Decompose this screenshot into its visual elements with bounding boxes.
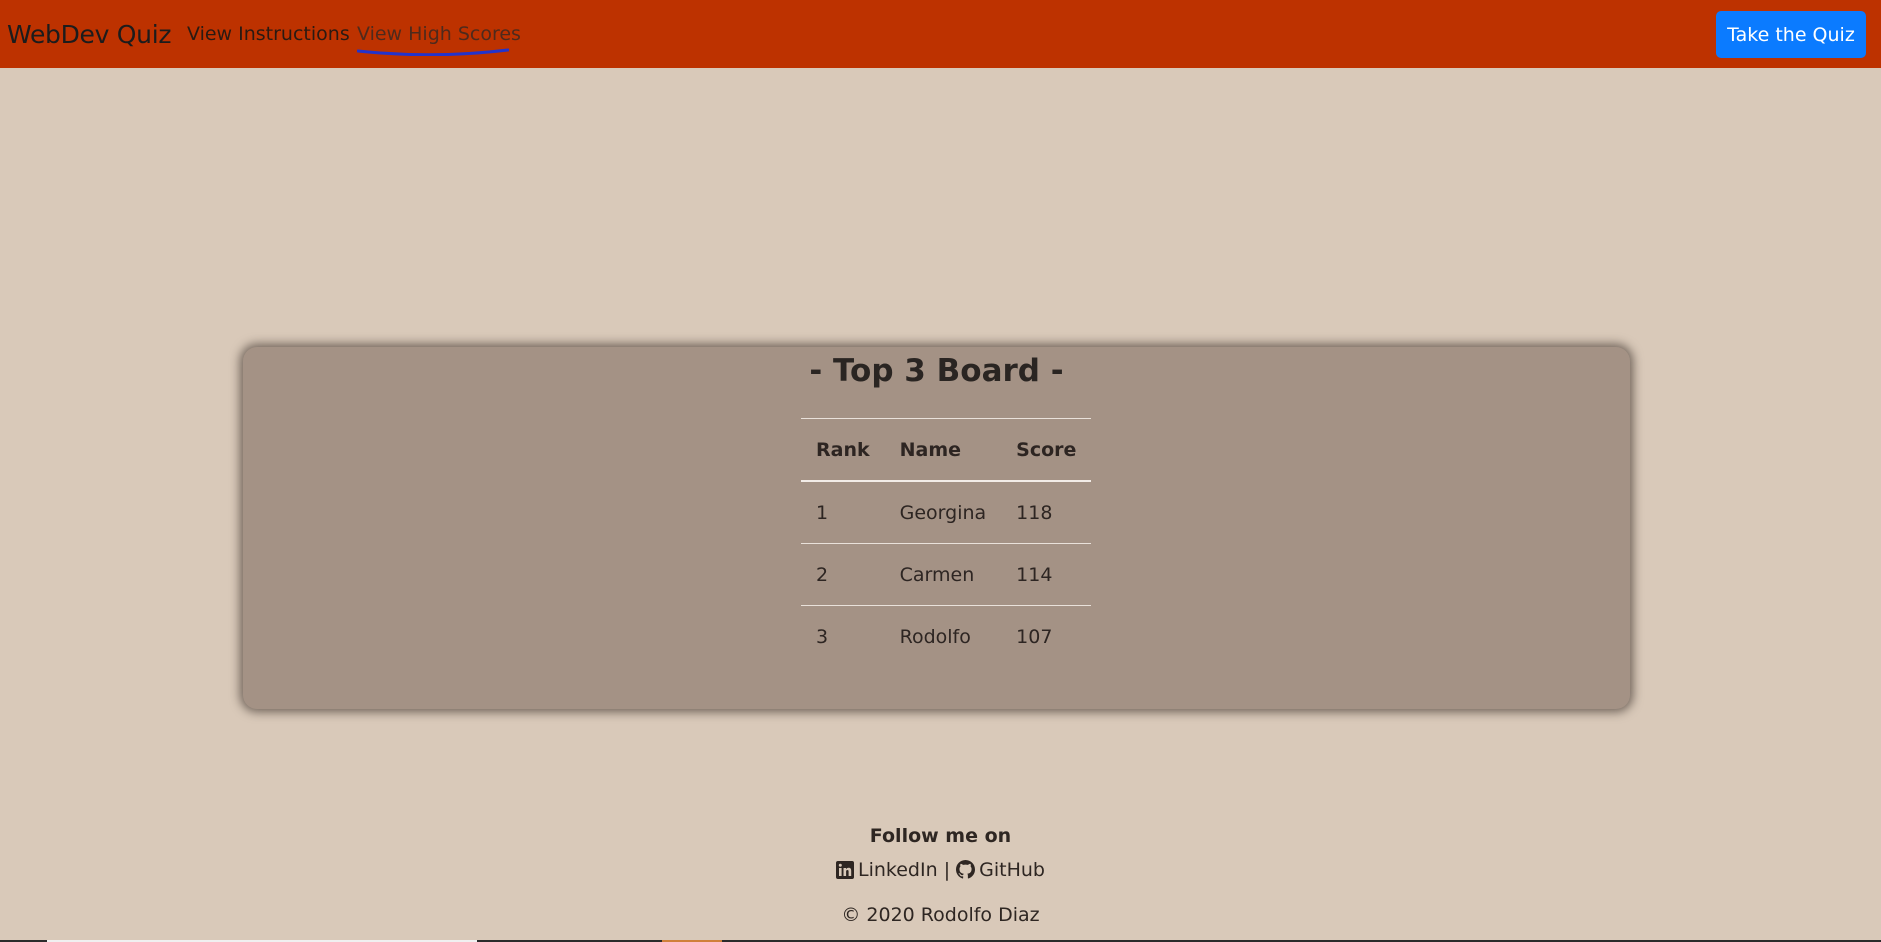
score-cell: 114 [1001,543,1092,606]
table-row: 3 Rodolfo 107 [801,605,1092,667]
column-header-rank: Rank [801,418,885,482]
rank-cell: 2 [801,543,885,606]
separator: | [943,859,951,881]
linkedin-link[interactable]: LinkedIn [836,859,944,881]
copyright-text: © 2020 Rodolfo Diaz [841,904,1040,926]
nav-view-high-scores[interactable]: View High Scores [357,23,521,45]
board-title: - Top 3 Board - [809,353,1064,389]
navbar: WebDev Quiz View Instructions View High … [0,0,1881,68]
follow-me-heading: Follow me on [869,825,1012,847]
nav-view-instructions[interactable]: View Instructions [187,23,350,45]
score-cell: 107 [1001,605,1092,667]
top-3-board: - Top 3 Board - Rank Name Score 1 Georgi… [243,347,1630,709]
linkedin-icon [836,861,854,879]
table-row: 1 Georgina 118 [801,480,1092,544]
name-cell: Rodolfo [884,605,1002,667]
github-link[interactable]: GitHub [956,859,1045,881]
table-header-row: Rank Name Score [801,418,1092,482]
rank-cell: 3 [801,605,885,667]
github-icon [956,860,976,879]
column-header-name: Name [884,418,1002,482]
github-label: GitHub [979,859,1045,881]
column-header-score: Score [1001,418,1092,482]
brand-logo[interactable]: WebDev Quiz [7,20,171,49]
rank-cell: 1 [801,480,885,544]
name-cell: Carmen [884,543,1002,606]
high-scores-table: Rank Name Score 1 Georgina 118 2 Carmen … [801,418,1092,667]
score-cell: 118 [1001,480,1092,544]
table-row: 2 Carmen 114 [801,543,1092,606]
footer: Follow me on LinkedIn | GitHub © 2020 Ro… [0,825,1881,926]
social-links: LinkedIn | GitHub [0,859,1881,899]
name-cell: Georgina [884,480,1002,544]
take-quiz-button[interactable]: Take the Quiz [1716,11,1866,58]
pen-underline-mark [357,48,509,56]
linkedin-label: LinkedIn [858,859,938,881]
